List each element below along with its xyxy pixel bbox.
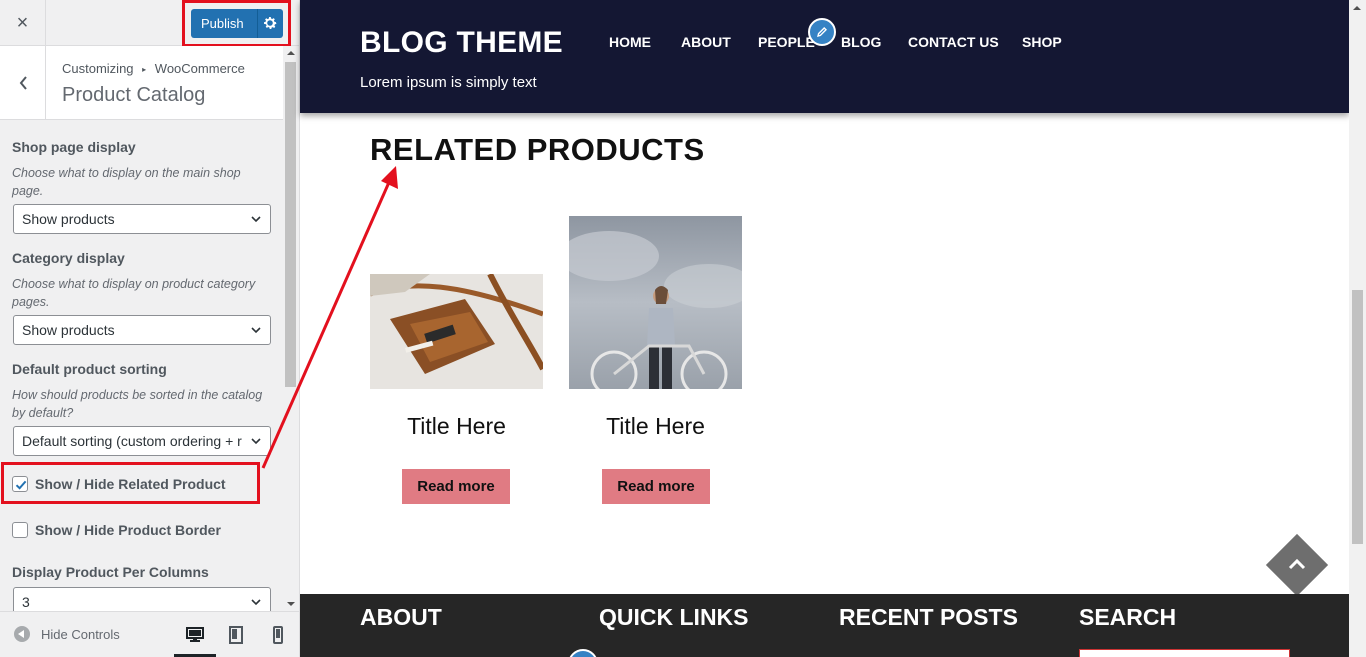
category-display-value: Show products [22,322,115,338]
preview-scrollbar[interactable] [1349,0,1366,657]
footer-heading-search: SEARCH [1079,604,1177,630]
site-footer: ABOUT QUICK LINKS RECENT POSTS SEARCH [300,594,1349,657]
section-header: Customizing ▸ WooCommerce Product Catalo… [0,46,283,120]
nav-people[interactable]: PEOPLE [758,34,815,50]
collapse-icon [14,626,30,642]
customizer-footer: Hide Controls [0,611,299,657]
product-border-toggle[interactable]: Show / Hide Product Border [12,522,221,538]
chevron-left-icon [19,75,27,90]
nav-about[interactable]: ABOUT [681,34,731,50]
footer-heading-about: ABOUT [360,604,442,630]
controls-panel: Shop page display Choose what to display… [0,121,283,611]
sorting-description: How should products be sorted in the cat… [12,388,263,420]
pencil-icon [817,27,827,37]
back-to-top-button[interactable] [1265,533,1329,597]
chevron-down-icon [251,216,261,223]
read-more-button-2[interactable]: Read more [602,469,710,504]
close-icon: × [16,11,29,34]
product-border-checkbox[interactable] [12,522,28,538]
site-title[interactable]: BLOG THEME [360,26,563,60]
customizer-screen: × Publish Customizing ▸ WooCommerce Prod… [0,0,1366,657]
back-button[interactable] [0,46,46,119]
product-title-1[interactable]: Title Here [370,413,543,440]
customizer-topbar: × Publish [0,0,299,47]
publish-highlight-box [182,0,291,47]
preview-scrollbar-thumb[interactable] [1352,290,1363,544]
related-products-heading: RELATED PRODUCTS [370,132,705,167]
sorting-title: Default product sorting [12,361,167,377]
edit-shortcut-button-footer[interactable] [568,649,598,657]
nav-shop[interactable]: SHOP [1022,34,1062,50]
chevron-down-icon [251,438,261,445]
category-display-description: Choose what to display on product catego… [12,277,256,309]
shop-display-description: Choose what to display on the main shop … [12,166,241,198]
read-more-button-1[interactable]: Read more [402,469,510,504]
site-tagline: Lorem ipsum is simply text [360,74,537,91]
nav-blog[interactable]: BLOG [841,34,881,50]
sorting-select[interactable]: Default sorting (custom ordering + r [13,426,271,456]
hide-controls-button[interactable]: Hide Controls [14,626,120,642]
site-header: BLOG THEME Lorem ipsum is simply text HO… [300,0,1349,113]
close-customizer-button[interactable]: × [0,0,46,46]
chevron-up-icon [1288,558,1306,570]
category-display-select[interactable]: Show products [13,315,271,345]
hide-controls-label: Hide Controls [41,626,120,642]
nav-home[interactable]: HOME [609,34,651,50]
footer-heading-quick-links: QUICK LINKS [599,604,749,630]
tablet-icon[interactable] [226,626,246,644]
product-border-label: Show / Hide Product Border [35,522,221,538]
edit-shortcut-button[interactable] [808,18,836,46]
site-preview: BLOG THEME Lorem ipsum is simply text HO… [300,0,1366,657]
shop-display-value: Show products [22,211,115,227]
chevron-down-icon [251,327,261,334]
shop-display-title: Shop page display [12,139,136,155]
scroll-up-arrow[interactable] [1353,6,1361,10]
related-highlight-box [1,462,260,504]
columns-title: Display Product Per Columns [12,564,209,580]
sidebar-scrollbar[interactable] [283,46,299,611]
columns-select[interactable]: 3 [13,587,271,611]
breadcrumb-arrow-icon: ▸ [142,65,147,74]
product-image-bag[interactable] [370,274,543,389]
shop-display-select[interactable]: Show products [13,204,271,234]
columns-value: 3 [22,594,30,610]
scroll-down-arrow[interactable] [287,602,295,606]
footer-search-input[interactable] [1079,649,1290,657]
customizer-sidebar: × Publish Customizing ▸ WooCommerce Prod… [0,0,300,657]
breadcrumb-root: Customizing [62,61,134,76]
scrollbar-thumb[interactable] [285,62,296,387]
product-title-2[interactable]: Title Here [569,413,742,440]
breadcrumb: Customizing ▸ WooCommerce [62,61,245,76]
breadcrumb-parent: WooCommerce [154,61,245,76]
footer-heading-recent-posts: RECENT POSTS [839,604,1018,630]
product-image-bike[interactable] [569,216,742,389]
scroll-up-arrow[interactable] [287,51,295,55]
category-display-title: Category display [12,250,125,266]
leather-bag-photo [370,274,543,389]
man-with-bicycle-photo [569,216,742,389]
desktop-icon[interactable] [185,626,205,644]
mobile-icon[interactable] [268,626,288,644]
nav-contact-us[interactable]: CONTACT US [908,34,999,50]
sorting-value: Default sorting (custom ordering + r [22,433,242,449]
section-title: Product Catalog [62,84,206,106]
chevron-down-icon [251,599,261,606]
